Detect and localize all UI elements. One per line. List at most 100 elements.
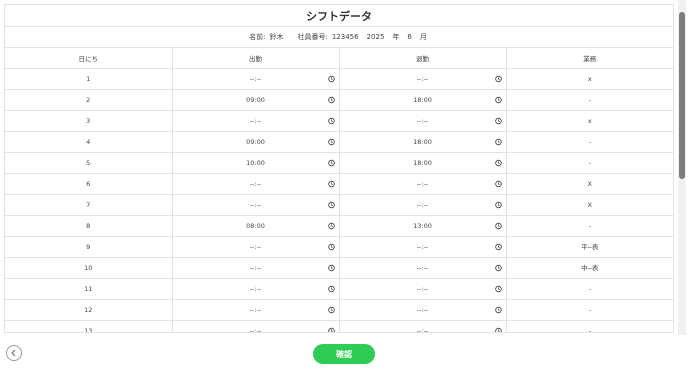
- scrollbar-thumb[interactable]: [679, 12, 685, 179]
- clock-icon[interactable]: [327, 243, 335, 250]
- clock-out-value: --:--: [416, 116, 429, 125]
- clock-icon[interactable]: [494, 306, 502, 313]
- table-row: 4 09:00 18:00 -: [5, 131, 673, 153]
- clock-icon[interactable]: [327, 159, 335, 166]
- clock-in-value: 09:00: [246, 137, 265, 146]
- clock-icon[interactable]: [327, 285, 335, 292]
- clock-in-input[interactable]: --:--: [172, 278, 340, 300]
- task-cell: 平⌣表: [506, 236, 673, 258]
- clock-icon[interactable]: [327, 117, 335, 124]
- table-row: 3 --:-- --:-- x: [5, 110, 673, 132]
- clock-out-value: --:--: [416, 242, 429, 251]
- task-cell: -: [506, 215, 673, 237]
- clock-icon[interactable]: [494, 264, 502, 271]
- month-value: 6: [407, 33, 412, 41]
- clock-in-input[interactable]: 09:00: [172, 131, 340, 153]
- clock-out-input[interactable]: 18:00: [339, 89, 507, 111]
- clock-in-value: --:--: [249, 326, 262, 333]
- table-row: 11 --:-- --:-- -: [5, 278, 673, 300]
- clock-out-input[interactable]: --:--: [339, 110, 507, 132]
- clock-icon[interactable]: [494, 222, 502, 229]
- clock-in-input[interactable]: 09:00: [172, 89, 340, 111]
- clock-in-input[interactable]: 10:00: [172, 152, 340, 174]
- clock-in-value: --:--: [249, 116, 262, 125]
- table-row: 1 --:-- --:-- x: [5, 68, 673, 90]
- clock-out-value: --:--: [416, 200, 429, 209]
- clock-out-input[interactable]: --:--: [339, 194, 507, 216]
- year-label: 年: [392, 33, 400, 41]
- clock-icon[interactable]: [327, 96, 335, 103]
- day-cell: 10: [5, 257, 173, 279]
- table-row: 7 --:-- --:-- X: [5, 194, 673, 216]
- clock-icon[interactable]: [494, 138, 502, 145]
- clock-in-input[interactable]: --:--: [172, 299, 340, 321]
- table-row: 13 --:-- --:-- -: [5, 320, 673, 333]
- clock-icon[interactable]: [494, 75, 502, 82]
- table-row: 5 10:00 18:00 -: [5, 152, 673, 174]
- task-cell: x: [506, 68, 673, 90]
- task-cell: x: [506, 110, 673, 132]
- clock-in-value: 09:00: [246, 95, 265, 104]
- clock-in-input[interactable]: --:--: [172, 320, 340, 333]
- clock-icon[interactable]: [327, 306, 335, 313]
- clock-icon[interactable]: [494, 117, 502, 124]
- clock-in-input[interactable]: --:--: [172, 173, 340, 195]
- clock-in-input[interactable]: --:--: [172, 110, 340, 132]
- year-value: 2025: [366, 33, 385, 41]
- clock-icon[interactable]: [494, 327, 502, 333]
- clock-icon[interactable]: [494, 285, 502, 292]
- clock-icon[interactable]: [327, 138, 335, 145]
- table-row: 6 --:-- --:-- X: [5, 173, 673, 195]
- task-cell: -: [506, 320, 673, 332]
- clock-icon[interactable]: [327, 201, 335, 208]
- clock-out-input[interactable]: --:--: [339, 68, 507, 90]
- clock-in-input[interactable]: --:--: [172, 68, 340, 90]
- clock-out-input[interactable]: --:--: [339, 173, 507, 195]
- clock-icon[interactable]: [494, 96, 502, 103]
- day-cell: 4: [5, 131, 173, 153]
- clock-icon[interactable]: [494, 159, 502, 166]
- table-row: 8 08:00 13:00 -: [5, 215, 673, 237]
- clock-out-input[interactable]: --:--: [339, 299, 507, 321]
- clock-icon[interactable]: [327, 75, 335, 82]
- clock-out-input[interactable]: --:--: [339, 278, 507, 300]
- shift-table: 日にち 出勤 退勤 業務 1 --:-- --:-- x 2 09:00 18:00-3 --…: [5, 48, 673, 333]
- clock-out-value: --:--: [416, 74, 429, 83]
- clock-in-input[interactable]: --:--: [172, 236, 340, 258]
- clock-out-input[interactable]: --:--: [339, 236, 507, 258]
- clock-out-input[interactable]: 13:00: [339, 215, 507, 237]
- clock-in-input[interactable]: 08:00: [172, 215, 340, 237]
- clock-in-input[interactable]: --:--: [172, 194, 340, 216]
- clock-out-value: 18:00: [413, 95, 432, 104]
- clock-out-value: 18:00: [413, 137, 432, 146]
- clock-icon[interactable]: [494, 180, 502, 187]
- clock-out-input[interactable]: 18:00: [339, 152, 507, 174]
- clock-icon[interactable]: [327, 222, 335, 229]
- clock-in-input[interactable]: --:--: [172, 257, 340, 279]
- day-cell: 6: [5, 173, 173, 195]
- vertical-scrollbar[interactable]: [678, 0, 686, 335]
- day-cell: 3: [5, 110, 173, 132]
- month-label: 月: [419, 33, 427, 41]
- clock-in-value: --:--: [249, 305, 262, 314]
- clock-in-value: --:--: [249, 179, 262, 188]
- clock-in-value: --:--: [249, 242, 262, 251]
- clock-icon[interactable]: [327, 180, 335, 187]
- employee-info: 名前: 鈴木 社員番号: 123456 2025 年 6 月: [5, 27, 673, 48]
- day-cell: 12: [5, 299, 173, 321]
- back-button[interactable]: [6, 345, 22, 361]
- clock-out-input[interactable]: 18:00: [339, 131, 507, 153]
- clock-out-value: 18:00: [413, 158, 432, 167]
- employee-id-value: 123456: [331, 33, 359, 41]
- confirm-button[interactable]: 確認: [313, 344, 375, 364]
- clock-out-input[interactable]: --:--: [339, 320, 507, 333]
- task-cell: 中⌣表: [506, 257, 673, 279]
- clock-icon[interactable]: [494, 201, 502, 208]
- clock-icon[interactable]: [494, 243, 502, 250]
- clock-out-input[interactable]: --:--: [339, 257, 507, 279]
- employee-id-label: 社員番号:: [297, 33, 328, 41]
- clock-icon[interactable]: [327, 264, 335, 271]
- clock-in-value: --:--: [249, 284, 262, 293]
- clock-icon[interactable]: [327, 327, 335, 333]
- page-title: シフトデータ: [5, 5, 673, 27]
